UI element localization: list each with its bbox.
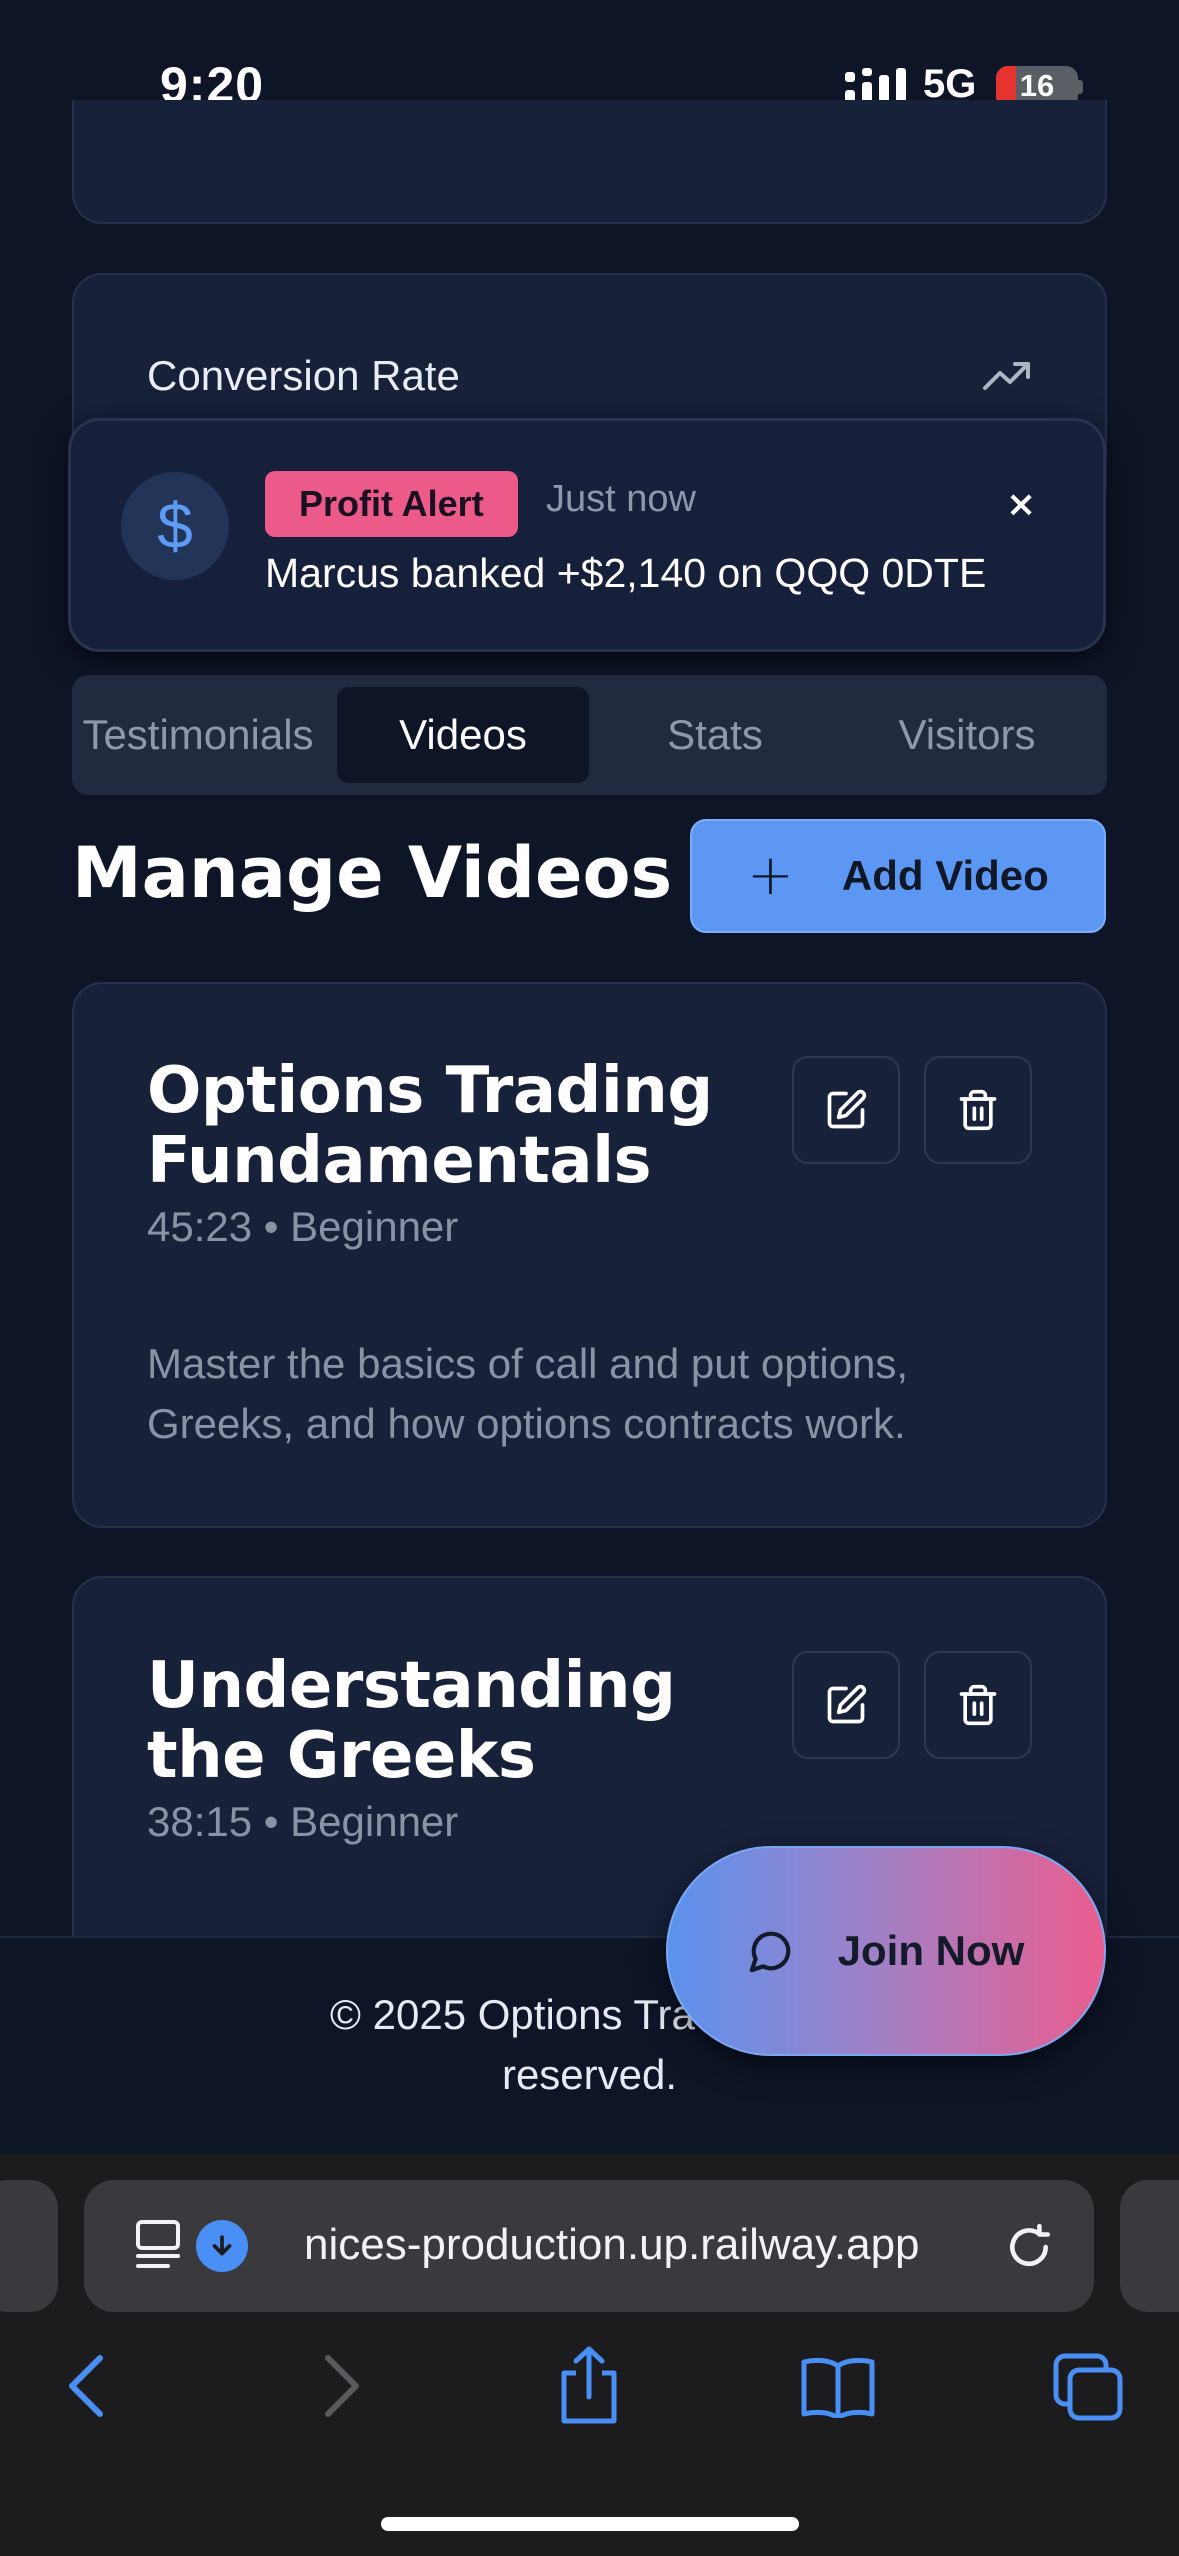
video-description-line: Master the basics of call and put option… — [147, 1340, 909, 1387]
edit-button[interactable] — [792, 1651, 900, 1759]
close-icon[interactable]: × — [1006, 484, 1036, 525]
video-title: Options Trading Fundamentals — [147, 1056, 713, 1196]
video-title-line: Options Trading — [147, 1054, 713, 1128]
battery-tip — [1078, 80, 1083, 94]
home-indicator — [381, 2517, 799, 2531]
plus-icon: + — [747, 843, 794, 908]
tab-visitors[interactable]: Visitors — [841, 687, 1093, 783]
video-title-line: the Greeks — [147, 1719, 536, 1793]
profit-alert-badge: Profit Alert — [265, 471, 518, 537]
join-now-button[interactable]: Join Now — [666, 1846, 1106, 2056]
delete-button[interactable] — [924, 1651, 1032, 1759]
edit-icon — [827, 1684, 867, 1724]
toast-timestamp: Just now — [546, 478, 696, 520]
video-title-line: Fundamentals — [147, 1124, 652, 1198]
chat-bubble-icon — [749, 1931, 790, 1973]
tab-bar: Testimonials Videos Stats Visitors — [72, 675, 1107, 795]
trash-icon — [959, 1089, 997, 1131]
tab-testimonials[interactable]: Testimonials — [72, 687, 328, 783]
page-title: Manage Videos — [72, 832, 673, 914]
download-icon[interactable] — [196, 2220, 248, 2272]
bookmarks-icon[interactable] — [800, 2356, 876, 2418]
battery-level: 16 — [1019, 68, 1055, 103]
conversion-rate-label: Conversion Rate — [147, 352, 460, 399]
add-video-button[interactable]: + Add Video — [690, 819, 1106, 933]
delete-button[interactable] — [924, 1056, 1032, 1164]
dollar-icon: $ — [121, 472, 229, 580]
tab-stats[interactable]: Stats — [589, 687, 841, 783]
url-text: nices-production.up.railway.app — [304, 2220, 920, 2269]
previous-card — [72, 100, 1107, 224]
tabs-icon[interactable] — [1052, 2352, 1124, 2422]
reload-icon[interactable] — [1004, 2222, 1054, 2272]
video-meta: 45:23 • Beginner — [147, 1203, 459, 1250]
next-tab-preview[interactable] — [1120, 2180, 1179, 2312]
edit-icon — [827, 1089, 867, 1129]
toast-message: Marcus banked +$2,140 on QQQ 0DTE — [265, 550, 987, 596]
share-icon[interactable] — [556, 2345, 622, 2425]
back-icon[interactable] — [64, 2352, 108, 2420]
previous-tab-preview[interactable] — [0, 2180, 58, 2312]
page-menu-icon[interactable] — [134, 2218, 182, 2270]
video-meta: 38:15 • Beginner — [147, 1798, 459, 1845]
video-description: Master the basics of call and put option… — [147, 1334, 908, 1454]
trash-icon — [959, 1684, 997, 1726]
add-video-label: Add Video — [841, 852, 1049, 899]
tab-videos[interactable]: Videos — [337, 687, 589, 783]
forward-icon[interactable] — [320, 2352, 364, 2420]
edit-button[interactable] — [792, 1056, 900, 1164]
join-now-label: Join Now — [837, 1927, 1025, 1974]
video-title-line: Understanding — [147, 1649, 676, 1723]
video-description-line: Greeks, and how options contracts work. — [147, 1400, 906, 1447]
video-title: Understanding the Greeks — [147, 1649, 676, 1793]
trending-up-icon — [983, 362, 1030, 390]
